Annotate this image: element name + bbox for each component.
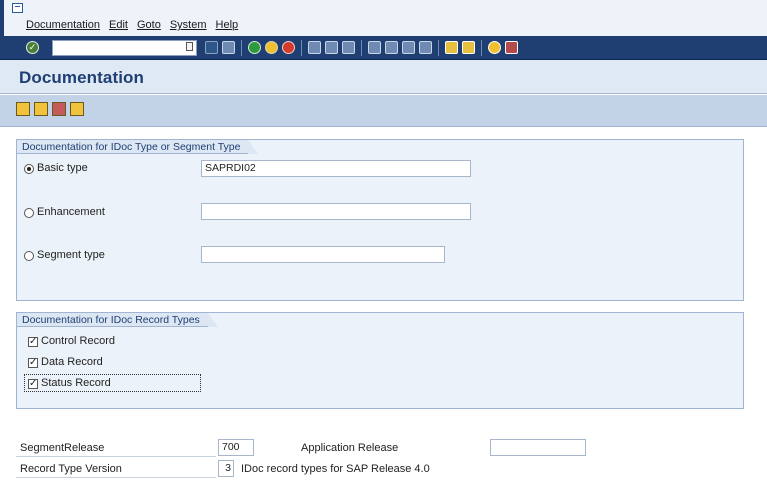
- record-type-version-input[interactable]: 3: [218, 460, 234, 477]
- radio-button[interactable]: [24, 163, 34, 174]
- find-icon[interactable]: [325, 41, 338, 54]
- record-type-version-label: Record Type Version: [20, 463, 122, 475]
- data-record-label: Data Record: [41, 356, 103, 368]
- checkbox[interactable]: [28, 335, 38, 348]
- page-title: Documentation: [19, 68, 145, 87]
- first-page-icon[interactable]: [368, 41, 381, 54]
- segment-type-radio[interactable]: Segment type: [24, 249, 105, 262]
- window-menu-icon[interactable]: [12, 3, 23, 13]
- application-toolbar: [0, 95, 767, 127]
- toolbar-separator: [301, 40, 302, 56]
- enhancement-input[interactable]: [201, 203, 471, 220]
- checkbox[interactable]: [28, 356, 38, 369]
- segment-release-label: SegmentRelease: [20, 442, 105, 454]
- exit-icon[interactable]: [265, 41, 278, 54]
- toolbar-separator: [361, 40, 362, 56]
- customize-layout-icon[interactable]: [505, 41, 518, 54]
- find-next-icon[interactable]: [342, 41, 355, 54]
- row-divider: [16, 456, 216, 457]
- html-icon[interactable]: [34, 102, 48, 116]
- enhancement-radio[interactable]: Enhancement: [24, 206, 105, 219]
- record-types-group-title: Documentation for IDoc Record Types: [17, 313, 218, 327]
- toolbar-separator: [438, 40, 439, 56]
- menu-items: Documentation Edit Goto System Help: [26, 19, 238, 31]
- menu-edit[interactable]: Edit: [109, 19, 128, 31]
- radio-button[interactable]: [24, 207, 34, 218]
- shortcut-icon[interactable]: [462, 41, 475, 54]
- menu-goto[interactable]: Goto: [137, 19, 161, 31]
- basic-type-input[interactable]: SAPRDI02: [201, 160, 471, 177]
- menu-help[interactable]: Help: [216, 19, 239, 31]
- toolbar-separator: [481, 40, 482, 56]
- print-icon[interactable]: [308, 41, 321, 54]
- basic-type-radio[interactable]: Basic type: [24, 162, 88, 175]
- record-types-group: Documentation for IDoc Record Types: [16, 312, 744, 409]
- toolbar-separator: [241, 40, 242, 56]
- idoc-type-group-title: Documentation for IDoc Type or Segment T…: [17, 140, 259, 154]
- command-history-icon[interactable]: [186, 42, 193, 51]
- print-doc-icon[interactable]: [52, 102, 66, 116]
- data-record-checkbox[interactable]: Data Record: [28, 356, 103, 369]
- create-session-icon[interactable]: [445, 41, 458, 54]
- application-release-label: Application Release: [301, 442, 399, 454]
- status-record-checkbox[interactable]: Status Record: [28, 377, 111, 390]
- segment-type-input[interactable]: [201, 246, 445, 263]
- menu-system[interactable]: System: [170, 19, 207, 31]
- cancel-icon[interactable]: [282, 41, 295, 54]
- previous-page-icon[interactable]: [385, 41, 398, 54]
- application-release-input[interactable]: [490, 439, 586, 456]
- basic-type-label: Basic type: [37, 162, 88, 174]
- save-icon[interactable]: [222, 41, 235, 54]
- parser-icon[interactable]: [70, 102, 84, 116]
- segment-type-label: Segment type: [37, 249, 105, 261]
- checkbox[interactable]: [28, 377, 38, 390]
- back-icon[interactable]: [248, 41, 261, 54]
- menu-documentation[interactable]: Documentation: [26, 19, 100, 31]
- last-page-icon[interactable]: [419, 41, 432, 54]
- help-icon[interactable]: [488, 41, 501, 54]
- control-record-label: Control Record: [41, 335, 115, 347]
- control-record-checkbox[interactable]: Control Record: [28, 335, 115, 348]
- enhancement-label: Enhancement: [37, 206, 105, 218]
- next-page-icon[interactable]: [402, 41, 415, 54]
- command-field[interactable]: [52, 40, 197, 56]
- segment-release-input[interactable]: 700: [218, 439, 254, 456]
- menu-bar: Documentation Edit Goto System Help: [0, 0, 767, 36]
- enter-icon[interactable]: ✓: [26, 41, 39, 54]
- display-icon[interactable]: [16, 102, 30, 116]
- status-record-label: Status Record: [41, 377, 111, 389]
- record-type-version-description: IDoc record types for SAP Release 4.0: [241, 463, 430, 475]
- row-divider: [16, 477, 216, 478]
- back-arrow-icon[interactable]: [205, 41, 218, 54]
- radio-button[interactable]: [24, 250, 34, 261]
